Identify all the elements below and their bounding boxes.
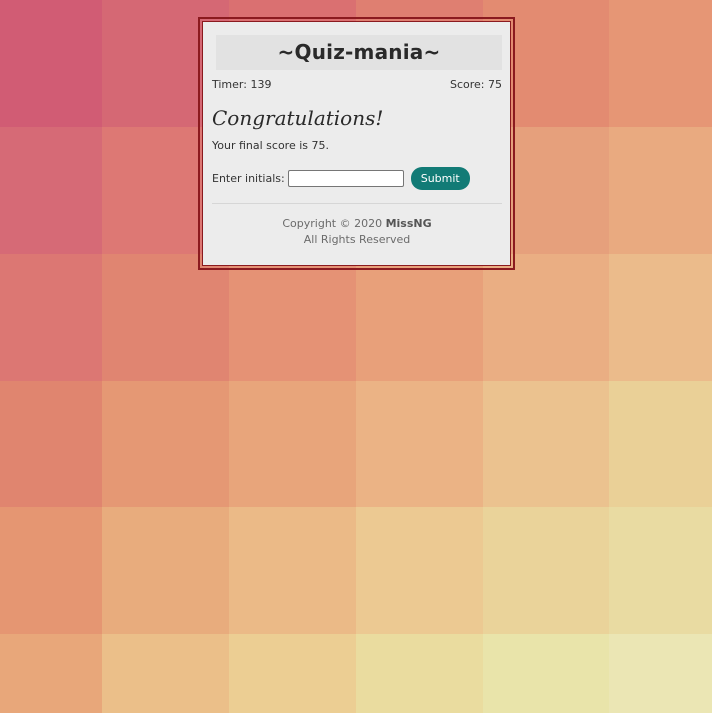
background-tile — [483, 507, 609, 634]
background-tile — [609, 507, 712, 634]
footer: Copyright © 2020 MissNG All Rights Reser… — [212, 216, 502, 248]
quiz-card: ~Quiz-mania~ Timer: 139 Score: 75 Congra… — [198, 17, 515, 270]
background-tile — [229, 254, 356, 381]
timer-text: Timer: 139 — [212, 78, 272, 91]
copyright-line: Copyright © 2020 MissNG — [212, 216, 502, 232]
final-score-text: Your final score is 75. — [212, 139, 330, 152]
background-tile — [0, 507, 102, 634]
background-tile — [483, 254, 609, 381]
background-tile — [0, 634, 102, 713]
background-tile — [609, 127, 712, 254]
copyright-prefix: Copyright © 2020 — [282, 217, 386, 230]
background-tile — [356, 254, 483, 381]
divider — [212, 203, 502, 204]
background-tile — [229, 634, 356, 713]
background-tile — [356, 634, 483, 713]
initials-input[interactable] — [287, 170, 404, 187]
background-tile — [0, 254, 102, 381]
background-tile — [483, 381, 609, 507]
page-title: ~Quiz-mania~ — [216, 35, 502, 70]
background-tile — [229, 381, 356, 507]
rights-text: All Rights Reserved — [303, 233, 411, 246]
background-tile — [356, 381, 483, 507]
score-text: Score: 75 — [449, 78, 502, 91]
submit-button[interactable]: Submit — [410, 167, 470, 190]
background-tile — [483, 634, 609, 713]
background-tile — [609, 381, 712, 507]
background-tile — [229, 507, 356, 634]
initials-form: Enter initials: Submit — [212, 167, 470, 190]
background-tile — [0, 127, 102, 254]
background-tile — [102, 254, 229, 381]
background-tile — [0, 381, 102, 507]
initials-label: Enter initials: — [212, 172, 285, 185]
background-tile — [102, 634, 229, 713]
background-tile — [609, 634, 712, 713]
background-tile — [102, 507, 229, 634]
background-tile — [0, 0, 102, 127]
background-tile — [609, 254, 712, 381]
background-tile — [356, 507, 483, 634]
status-row: Timer: 139 Score: 75 — [212, 78, 502, 91]
background-tile — [609, 0, 712, 127]
congratulations-heading: Congratulations! — [212, 106, 384, 130]
background-tile — [102, 381, 229, 507]
author-name: MissNG — [385, 217, 432, 230]
quiz-card-inner: ~Quiz-mania~ Timer: 139 Score: 75 Congra… — [202, 21, 511, 266]
